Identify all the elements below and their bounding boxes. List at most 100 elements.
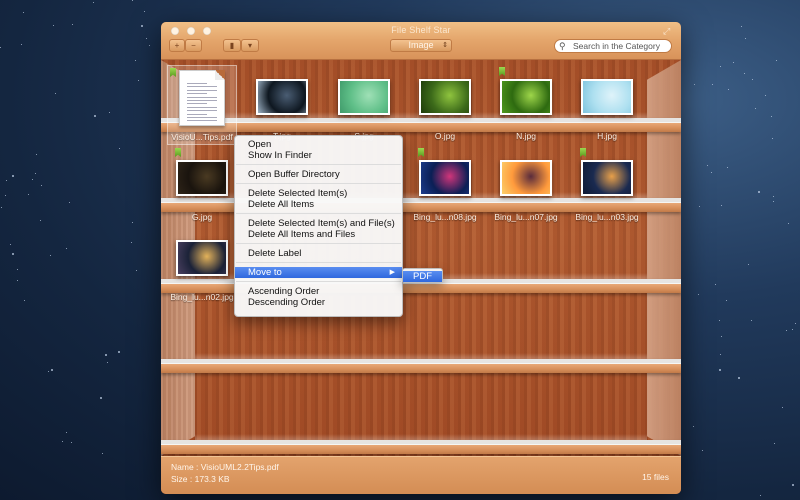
shelf-item[interactable]: Bing_lu...n02.jpg xyxy=(167,226,237,306)
star-dot xyxy=(5,179,7,181)
star-dot xyxy=(719,319,721,321)
star-dot xyxy=(795,323,797,325)
star-dot xyxy=(140,25,143,28)
star-dot xyxy=(101,453,103,455)
menu-item-label: Open xyxy=(248,139,272,150)
shelf-item[interactable]: O.jpg xyxy=(410,65,480,145)
search-field[interactable]: ⚲ xyxy=(554,39,672,53)
shelf-board xyxy=(161,359,681,373)
popup-arrows-icon: ⇕ xyxy=(442,42,448,49)
menu-item-label: Delete All Items xyxy=(248,199,314,210)
shelf-item[interactable]: VisioU...Tips.pdf xyxy=(167,65,237,145)
menu-item-delete-selected-item-s-and-file-s[interactable]: Delete Selected Item(s) and File(s) xyxy=(235,218,402,229)
image-thumbnail xyxy=(500,160,552,196)
item-label: Bing_lu...n07.jpg xyxy=(494,212,558,222)
fullscreen-arrows-icon[interactable]: ⤢ xyxy=(663,26,673,36)
plus-icon: + xyxy=(174,41,180,50)
status-bar: Name : VisioUML2.2Tips.pdf Size : 173.3 … xyxy=(161,456,681,494)
star-dot xyxy=(699,206,701,208)
text-line xyxy=(187,100,217,101)
star-dot xyxy=(706,165,708,167)
image-thumbnail xyxy=(581,160,633,196)
tag-icon: ▮ xyxy=(229,41,235,50)
text-line xyxy=(187,106,217,108)
star-dot xyxy=(719,368,722,371)
remove-button[interactable]: − xyxy=(185,39,202,52)
menu-item-delete-all-items-and-files[interactable]: Delete All Items and Files xyxy=(235,229,402,240)
shelf-item[interactable]: H.jpg xyxy=(572,65,642,145)
star-dot xyxy=(134,60,136,62)
star-dot xyxy=(771,116,773,118)
shelf-item[interactable]: Bing_lu...n07.jpg xyxy=(491,146,561,226)
star-dot xyxy=(41,184,43,186)
thumbnail-image xyxy=(421,81,469,113)
image-thumbnail xyxy=(419,79,471,115)
star-dot xyxy=(118,148,120,150)
text-line xyxy=(187,83,207,84)
star-dot xyxy=(744,38,746,40)
submenu-item-pdf[interactable]: PDF xyxy=(403,271,442,282)
menu-item-descending-order[interactable]: Descending Order xyxy=(235,297,402,308)
text-line xyxy=(187,96,217,98)
star-dot xyxy=(712,84,713,86)
star-dot xyxy=(94,114,97,117)
star-dot xyxy=(781,407,783,409)
menu-item-show-in-finder[interactable]: Show In Finder xyxy=(235,150,402,161)
shelf-board xyxy=(161,440,681,454)
menu-item-delete-selected-item-s[interactable]: Delete Selected Item(s) xyxy=(235,188,402,199)
menu-item-delete-all-items[interactable]: Delete All Items xyxy=(235,199,402,210)
star-dot xyxy=(108,111,110,113)
menu-item-ascending-order[interactable]: Ascending Order xyxy=(235,286,402,297)
menu-item-label: Delete All Items and Files xyxy=(248,229,356,240)
item-label: Bing_lu...n03.jpg xyxy=(575,212,639,222)
menu-item-open-buffer-directory[interactable]: Open Buffer Directory xyxy=(235,169,402,180)
menu-item-open[interactable]: Open xyxy=(235,139,402,150)
menu-item-label: Move to xyxy=(248,267,282,278)
star-dot xyxy=(145,37,147,39)
star-dot xyxy=(750,320,752,322)
shelf-item[interactable]: Bing_lu...n08.jpg xyxy=(410,146,480,226)
search-input[interactable] xyxy=(573,41,668,51)
star-dot xyxy=(11,175,14,178)
star-dot xyxy=(100,396,103,399)
text-line xyxy=(187,113,207,115)
thumbnail-image xyxy=(502,162,550,194)
star-dot xyxy=(107,361,109,363)
tag-button[interactable]: ▮ xyxy=(223,39,241,52)
shelf-item[interactable]: T.jpg xyxy=(247,65,317,145)
titlebar: File Shelf Star ⤢ + − ▮ ▾ Image ⇕ ⚲ xyxy=(161,22,681,60)
text-line xyxy=(187,103,207,105)
shelf-item[interactable]: N.jpg xyxy=(491,65,561,145)
status-size: Size : 173.3 KB xyxy=(171,474,230,484)
star-dot xyxy=(759,494,761,496)
text-line xyxy=(187,117,217,118)
shelf-item[interactable]: Bing_lu...n03.jpg xyxy=(572,146,642,226)
star-dot xyxy=(52,25,54,27)
category-popup[interactable]: Image ⇕ xyxy=(390,39,452,52)
shelf-item[interactable]: S.jpg xyxy=(329,65,399,145)
star-dot xyxy=(70,442,72,444)
star-dot xyxy=(694,84,696,86)
star-dot xyxy=(693,425,695,427)
thumbnail-image xyxy=(340,81,388,113)
status-size-value: 173.3 KB xyxy=(194,474,230,484)
menu-item-delete-label[interactable]: Delete Label xyxy=(235,248,402,259)
star-dot xyxy=(726,166,728,168)
star-dot xyxy=(721,205,723,207)
star-dot xyxy=(105,354,108,357)
star-dot xyxy=(791,484,794,487)
star-dot xyxy=(697,293,699,295)
star-dot xyxy=(1,207,3,209)
image-thumbnail xyxy=(581,79,633,115)
star-dot xyxy=(48,370,50,372)
shelf-item[interactable]: G.jpg xyxy=(167,146,237,226)
menu-item-move-to[interactable]: Move to ▶ xyxy=(235,267,402,278)
bookmark-icon xyxy=(499,67,505,76)
page-fold xyxy=(215,70,225,80)
bookmark-icon xyxy=(175,148,181,157)
add-button[interactable]: + xyxy=(169,39,185,52)
menu-item-label: Descending Order xyxy=(248,297,326,308)
star-dot xyxy=(23,12,25,14)
star-dot xyxy=(788,222,790,224)
label-dropdown-button[interactable]: ▾ xyxy=(241,39,259,52)
